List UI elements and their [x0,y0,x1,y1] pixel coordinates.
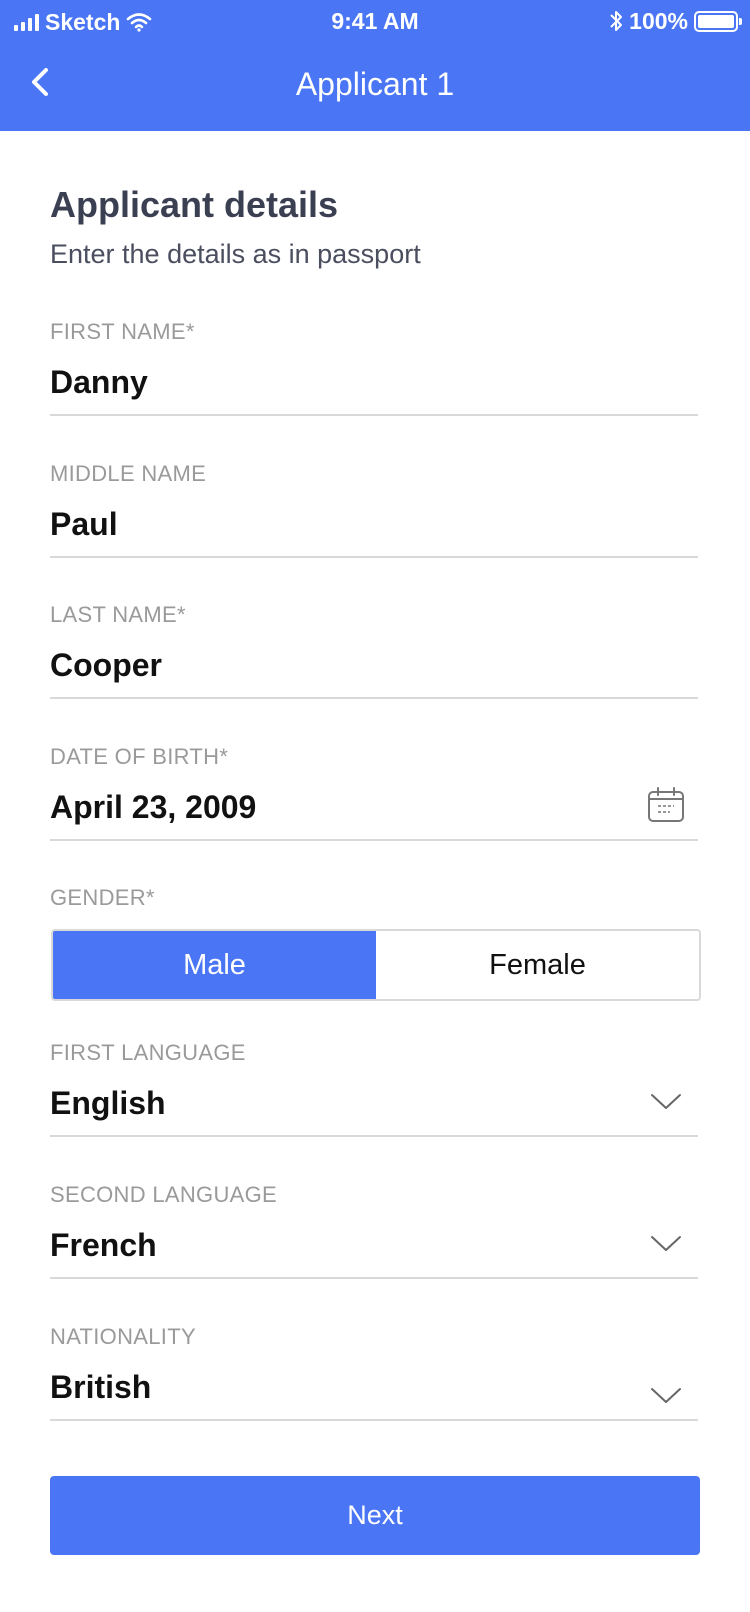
gender-label: GENDER* [50,885,155,910]
field-divider [50,839,698,841]
gender-option-female[interactable]: Female [376,931,699,999]
middle-name-value[interactable]: Paul [50,504,118,544]
battery-percent: 100% [629,7,688,34]
bluetooth-icon [610,11,623,31]
field-divider [50,1135,698,1137]
last-name-field[interactable]: LAST NAME* Cooper [50,601,698,699]
first-language-select[interactable]: FIRST LANGUAGE English [50,1039,698,1137]
section-subtitle: Enter the details as in passport [50,239,421,269]
first-name-label: FIRST NAME* [50,319,195,344]
first-name-field[interactable]: FIRST NAME* Danny [50,318,698,416]
first-name-value[interactable]: Danny [50,362,148,402]
status-bar: Sketch 9:41 AM 100% [0,0,750,44]
first-language-value[interactable]: English [50,1083,166,1123]
applicant-details-screen: Sketch 9:41 AM 100% Applicant 1 Applican… [0,0,750,1612]
calendar-icon[interactable] [646,785,686,825]
chevron-down-icon[interactable] [646,1223,686,1263]
date-of-birth-field[interactable]: DATE OF BIRTH* April 23, 2009 [50,743,698,841]
battery-icon [694,10,742,32]
header: Sketch 9:41 AM 100% Applicant 1 [0,0,750,131]
chevron-down-icon[interactable] [646,1081,686,1121]
second-language-value[interactable]: French [50,1225,157,1265]
middle-name-field[interactable]: MIDDLE NAME Paul [50,460,698,558]
nationality-label: NATIONALITY [50,1324,196,1349]
field-divider [50,414,698,416]
field-divider [50,556,698,558]
nationality-value[interactable]: British [50,1367,151,1407]
middle-name-label: MIDDLE NAME [50,461,207,486]
gender-toggle: Male Female [51,929,701,1001]
last-name-label: LAST NAME* [50,602,186,627]
chevron-down-icon[interactable] [646,1375,686,1415]
field-divider [50,697,698,699]
date-of-birth-value[interactable]: April 23, 2009 [50,787,256,827]
first-language-label: FIRST LANGUAGE [50,1040,246,1065]
gender-option-male[interactable]: Male [53,931,376,999]
nationality-select[interactable]: NATIONALITY British [50,1323,698,1421]
field-divider [50,1277,698,1279]
page-title: Applicant 1 [295,66,455,102]
field-divider [50,1419,698,1421]
last-name-value[interactable]: Cooper [50,645,162,685]
second-language-select[interactable]: SECOND LANGUAGE French [50,1181,698,1279]
section-title: Applicant details [50,184,339,225]
date-of-birth-label: DATE OF BIRTH* [50,744,229,769]
next-button[interactable]: Next [50,1476,700,1555]
status-right: 100% [609,6,742,36]
second-language-label: SECOND LANGUAGE [50,1182,277,1207]
